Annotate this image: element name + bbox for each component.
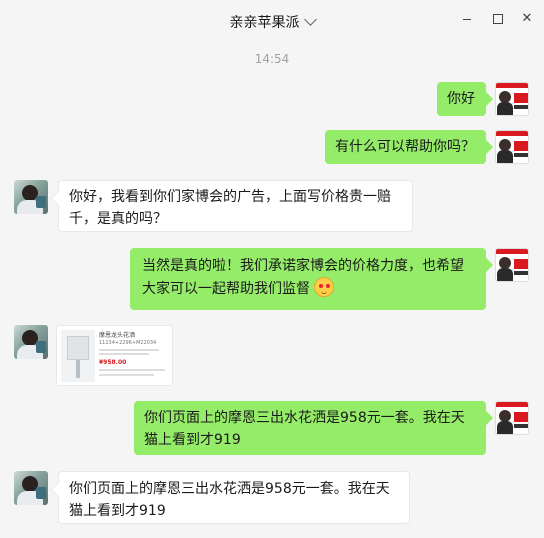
title-bar: 亲亲苹果派 ✕ bbox=[0, 0, 544, 42]
blush-emoji-icon bbox=[314, 277, 335, 297]
maximize-icon[interactable] bbox=[486, 10, 508, 28]
customer-avatar[interactable] bbox=[14, 471, 48, 505]
message-bubble-sent[interactable]: 有什么可以帮助你吗？ bbox=[325, 130, 486, 164]
message-timestamp: 14:54 bbox=[254, 52, 290, 66]
product-model: 11234+2296+M22034 bbox=[99, 340, 157, 346]
message-text: 有什么可以帮助你吗？ bbox=[335, 139, 475, 155]
my-avatar[interactable] bbox=[495, 248, 529, 282]
customer-avatar[interactable] bbox=[14, 180, 48, 214]
message-text: 你们页面上的摩恩三出水花洒是958元一套。我在天猫上看到才919 bbox=[69, 481, 390, 519]
message-text: 当然是真的啦！我们承诺家博会的价格力度，也希望大家可以一起帮助我们监督 bbox=[142, 258, 464, 297]
close-icon[interactable]: ✕ bbox=[516, 10, 538, 28]
product-image bbox=[61, 330, 95, 382]
my-avatar[interactable] bbox=[495, 82, 529, 116]
product-price: ¥958.00 bbox=[99, 359, 127, 366]
customer-avatar[interactable] bbox=[14, 325, 48, 359]
product-card[interactable]: 摩恩龙头花洒 11234+2296+M22034 ¥958.00 bbox=[56, 325, 173, 386]
my-avatar[interactable] bbox=[495, 130, 529, 164]
message-bubble-sent[interactable]: 你好 bbox=[437, 82, 486, 116]
message-text: 你们页面上的摩恩三出水花洒是958元一套。我在天猫上看到才919 bbox=[144, 410, 465, 448]
message-bubble-sent[interactable]: 当然是真的啦！我们承诺家博会的价格力度，也希望大家可以一起帮助我们监督 bbox=[130, 248, 486, 310]
message-text: 你好 bbox=[447, 91, 475, 107]
product-name: 摩恩龙头花洒 bbox=[99, 332, 136, 339]
message-bubble-received[interactable]: 你好，我看到你们家博会的广告，上面写价格贵一赔千，是真的吗？ bbox=[58, 180, 413, 232]
minimize-icon[interactable] bbox=[456, 10, 478, 28]
chat-title-text: 亲亲苹果派 bbox=[229, 15, 300, 31]
my-avatar[interactable] bbox=[495, 401, 529, 435]
message-text: 你好，我看到你们家博会的广告，上面写价格贵一赔千，是真的吗？ bbox=[69, 189, 391, 227]
message-bubble-sent[interactable]: 你们页面上的摩恩三出水花洒是958元一套。我在天猫上看到才919 bbox=[134, 401, 486, 455]
message-bubble-received[interactable]: 你们页面上的摩恩三出水花洒是958元一套。我在天猫上看到才919 bbox=[58, 471, 410, 524]
chevron-down-icon[interactable] bbox=[303, 12, 317, 26]
